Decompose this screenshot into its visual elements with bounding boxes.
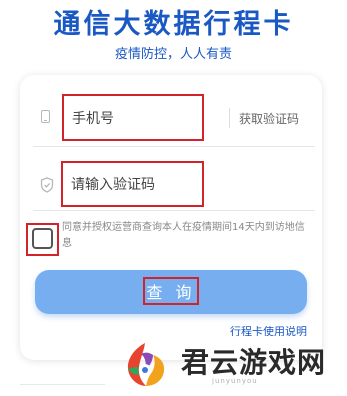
watermark-logo-icon — [127, 343, 165, 386]
phone-row-underline — [33, 146, 315, 147]
bottom-divider — [20, 384, 105, 385]
query-label-highlight: 查 询 — [143, 277, 199, 305]
usage-instructions-link[interactable]: 行程卡使用说明 — [230, 326, 310, 336]
code-placeholder: 请输入验证码 — [71, 177, 155, 193]
verification-code-input[interactable]: 请输入验证码 — [61, 161, 204, 207]
shield-icon — [40, 177, 54, 193]
query-button-label[interactable]: 查 询 — [145, 279, 197, 303]
page-subtitle: 疫情防控，人人有责 — [114, 47, 232, 62]
agreement-checkbox[interactable] — [32, 228, 53, 249]
phone-placeholder: 手机号 — [72, 110, 114, 127]
page-title: 通信大数据行程卡 — [53, 9, 294, 40]
phone-input[interactable]: 手机号 — [62, 94, 204, 141]
watermark-site: junyunyou — [212, 377, 258, 385]
phone-icon — [41, 110, 50, 123]
usage-instructions-text: 行程卡使用说明 — [230, 326, 307, 336]
get-code-button[interactable]: 获取验证码 — [239, 110, 299, 127]
watermark-brand: 君云游戏网 — [181, 346, 327, 379]
agreement-text: 同意并授权运营商查询本人在疫情期间14天内到访地信息 — [62, 222, 305, 249]
code-row-underline — [33, 210, 315, 211]
field-divider — [229, 108, 230, 128]
